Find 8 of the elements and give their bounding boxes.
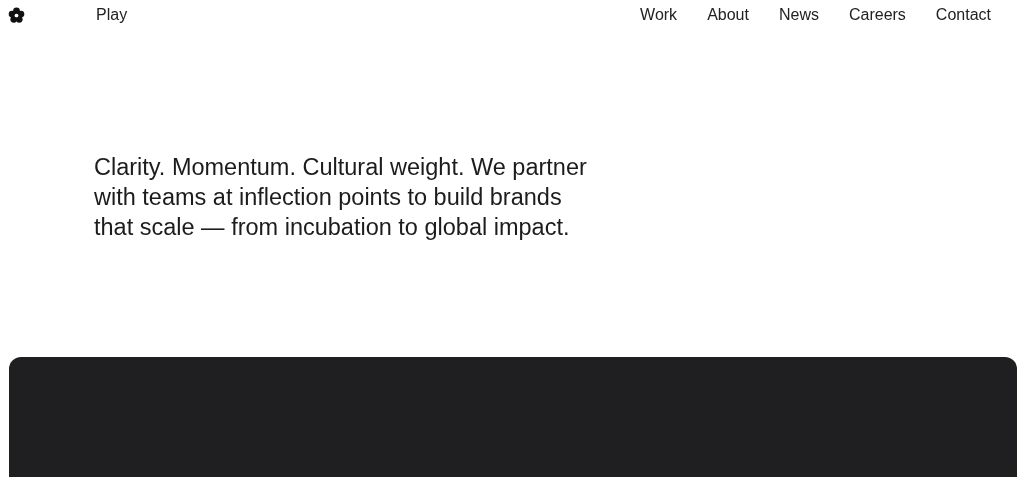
flower-logo-icon[interactable]	[8, 6, 25, 24]
nav-link[interactable]: About	[707, 6, 749, 24]
nav-link[interactable]: Work	[640, 6, 678, 24]
nav-link[interactable]: News	[778, 6, 819, 24]
intro-paragraph: Clarity. Momentum. Cultural weight. We partner with teams at inflection points to build brands that scale — from incubation to global impact.	[94, 153, 588, 242]
play-link[interactable]: Play	[96, 6, 128, 24]
nav-link[interactable]: Careers	[848, 6, 906, 24]
nav-link[interactable]: Contact	[935, 6, 991, 24]
